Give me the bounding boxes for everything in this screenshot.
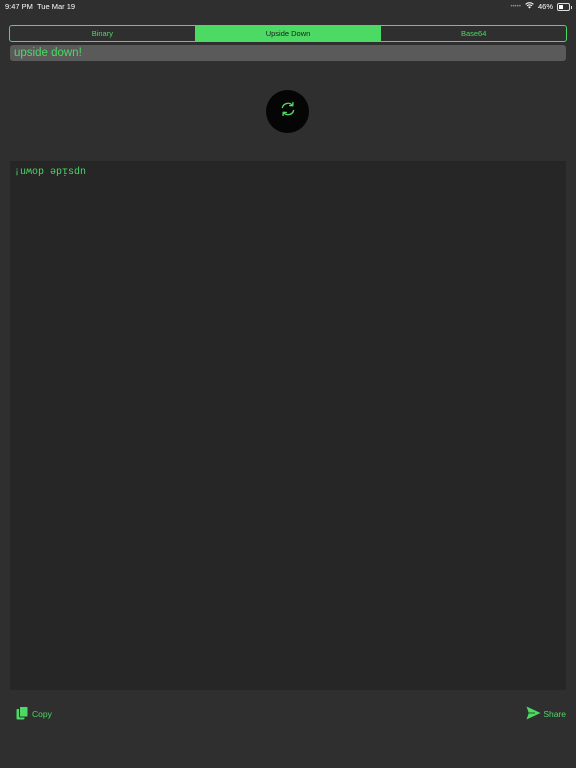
source-text-input[interactable]: [10, 45, 566, 61]
segment-upside-down[interactable]: Upside Down: [195, 26, 382, 41]
output-text-area[interactable]: ¡uʍop ǝpᴉsdn: [10, 161, 566, 690]
status-time: 9:47 PM: [5, 2, 33, 11]
status-date: Tue Mar 19: [37, 2, 76, 11]
battery-icon: [557, 2, 572, 11]
share-button[interactable]: Share: [526, 706, 566, 722]
signal-icon: •••••: [510, 3, 521, 10]
status-indicators: ••••• 46%: [510, 1, 572, 12]
output-text: ¡uʍop ǝpᴉsdn: [14, 167, 87, 178]
copy-label: Copy: [32, 709, 52, 719]
share-label: Share: [543, 709, 566, 719]
segment-base64[interactable]: Base64: [381, 26, 566, 41]
battery-level: [559, 4, 564, 9]
status-bar: 9:47 PM Tue Mar 19 ••••• 46%: [0, 0, 576, 14]
refresh-icon: [279, 100, 297, 123]
battery-percent: 46%: [537, 2, 553, 11]
battery-cap: [571, 5, 572, 9]
send-icon: [526, 706, 541, 722]
copy-icon: [16, 706, 29, 722]
mode-segmented-control: Binary Upside Down Base64: [9, 25, 567, 42]
copy-button[interactable]: Copy: [16, 706, 52, 722]
convert-button[interactable]: [266, 90, 309, 133]
segment-binary[interactable]: Binary: [10, 26, 196, 41]
wifi-icon: [525, 2, 534, 11]
